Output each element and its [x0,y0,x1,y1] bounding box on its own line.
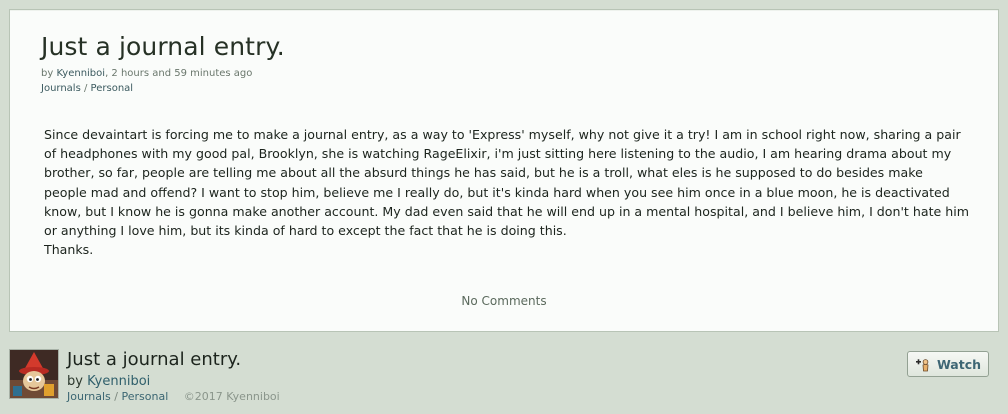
footer-breadcrumb-separator: / [114,390,118,403]
journal-title: Just a journal entry. [41,32,285,61]
byline-prefix: by [41,68,54,79]
footer-byline: by Kyenniboi [67,374,150,389]
journal-byline: by Kyenniboi, 2 hours and 59 minutes ago [41,68,252,79]
journal-body: Since devaintart is forcing me to make a… [44,125,969,259]
breadcrumb-journals[interactable]: Journals [41,83,81,94]
avatar[interactable] [9,349,59,399]
breadcrumb: Journals / Personal [41,83,133,94]
journal-card: Just a journal entry. by Kyenniboi, 2 ho… [9,9,999,332]
avatar-image [10,350,58,398]
copyright-text: ©2017 Kyenniboi [183,390,280,403]
breadcrumb-separator: / [83,83,88,94]
comments-label[interactable]: No Comments [461,294,546,308]
comments-link[interactable]: No Comments [10,294,998,308]
footer-breadcrumb: Journals / Personal ©2017 Kyenniboi [67,390,280,403]
journal-signoff: Thanks. [44,242,94,258]
footer-breadcrumb-journals[interactable]: Journals [67,390,111,403]
footer-breadcrumb-personal[interactable]: Personal [122,390,169,403]
author-link[interactable]: Kyenniboi [56,68,105,79]
watch-plus-icon [915,359,929,372]
footer-by-prefix: by [67,374,83,389]
watch-label[interactable]: Watch [937,357,981,372]
journal-body-text: Since devaintart is forcing me to make a… [44,127,970,239]
post-time: , 2 hours and 59 minutes ago [105,68,253,79]
breadcrumb-personal[interactable]: Personal [91,83,134,94]
watch-button[interactable]: Watch [907,351,989,377]
footer-author-link[interactable]: Kyenniboi [87,374,150,389]
footer-title: Just a journal entry. [67,349,242,370]
